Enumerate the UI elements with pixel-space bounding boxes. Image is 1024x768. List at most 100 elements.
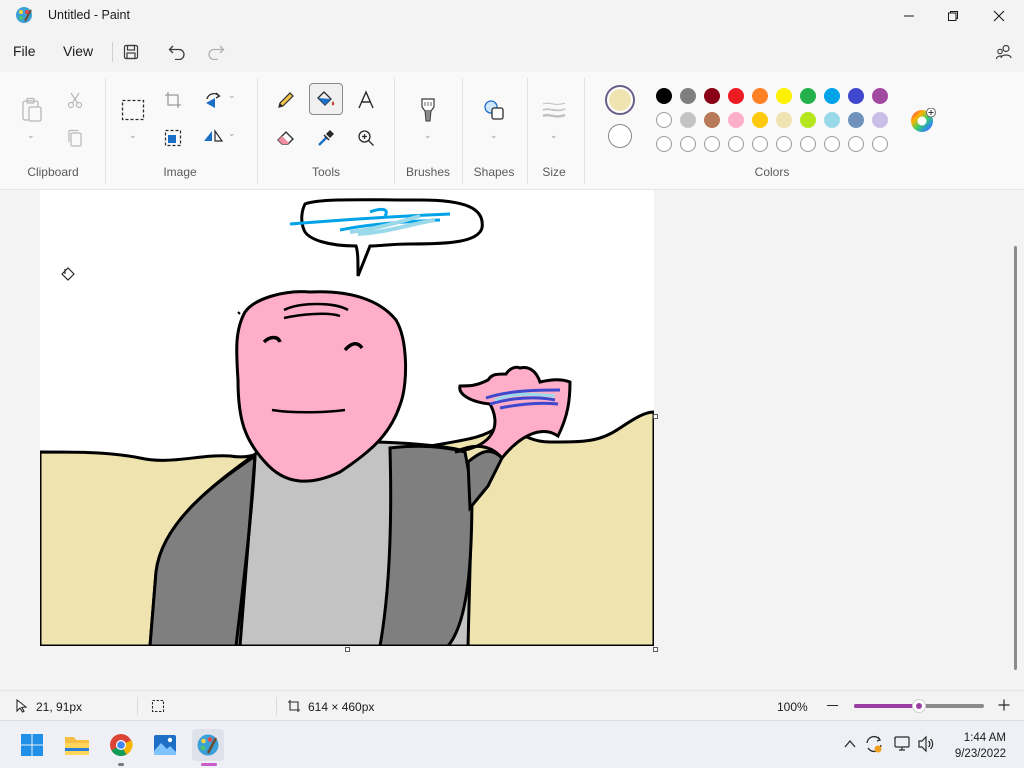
cut-button[interactable] xyxy=(58,84,92,116)
eraser-tool-button[interactable] xyxy=(269,122,303,154)
select-button[interactable] xyxy=(116,94,150,126)
palette-swatch[interactable] xyxy=(680,112,696,128)
flip-chevron-down-icon[interactable]: ⌄ xyxy=(228,128,236,139)
fill-cursor-icon xyxy=(61,267,75,281)
save-button[interactable] xyxy=(119,40,143,64)
custom-color-slot[interactable] xyxy=(800,136,816,152)
paste-chevron-down-icon[interactable]: ⌄ xyxy=(27,130,35,141)
color-picker-button[interactable] xyxy=(309,122,343,154)
palette-swatch[interactable] xyxy=(752,112,768,128)
menu-divider xyxy=(112,42,113,62)
vertical-scrollbar[interactable] xyxy=(1014,246,1017,670)
scissors-icon xyxy=(67,92,83,109)
paste-button[interactable] xyxy=(15,94,49,126)
custom-color-slot[interactable] xyxy=(704,136,720,152)
custom-color-slot[interactable] xyxy=(656,136,672,152)
resize-handle-bottom[interactable] xyxy=(345,647,350,652)
group-label-size: Size xyxy=(542,165,566,179)
redo-button[interactable] xyxy=(204,40,228,64)
palette-swatch[interactable] xyxy=(848,112,864,128)
shapes-chevron-down-icon[interactable]: ⌄ xyxy=(490,130,498,141)
secondary-color-swatch[interactable] xyxy=(608,124,632,148)
status-divider xyxy=(276,697,277,715)
flip-button[interactable] xyxy=(196,122,230,154)
fill-tool-button[interactable] xyxy=(309,83,343,115)
zoom-in-icon[interactable] xyxy=(998,699,1010,711)
palette-swatch[interactable] xyxy=(656,88,672,104)
zoom-slider-thumb[interactable] xyxy=(912,699,926,713)
chevron-up-icon[interactable] xyxy=(844,739,856,749)
palette-swatch[interactable] xyxy=(656,112,672,128)
brushes-chevron-down-icon[interactable]: ⌄ xyxy=(424,130,432,141)
size-button[interactable] xyxy=(537,94,571,126)
palette-swatch[interactable] xyxy=(728,112,744,128)
account-button[interactable] xyxy=(992,40,1016,64)
size-chevron-down-icon[interactable]: ⌄ xyxy=(550,130,558,141)
rotate-button[interactable] xyxy=(196,84,230,116)
close-button[interactable] xyxy=(976,0,1022,32)
palette-swatch[interactable] xyxy=(872,88,888,104)
custom-color-slot[interactable] xyxy=(776,136,792,152)
palette-swatch[interactable] xyxy=(824,112,840,128)
rotate-chevron-down-icon[interactable]: ⌄ xyxy=(228,90,236,101)
palette-swatch[interactable] xyxy=(752,88,768,104)
palette-swatch[interactable] xyxy=(776,88,792,104)
zoom-out-button[interactable] xyxy=(827,705,838,707)
brushes-button[interactable] xyxy=(411,94,445,126)
edit-colors-button[interactable] xyxy=(910,107,936,134)
text-tool-button[interactable] xyxy=(349,84,383,116)
photos-button[interactable] xyxy=(149,729,181,761)
zoom-slider[interactable] xyxy=(854,699,984,713)
palette-swatch[interactable] xyxy=(800,88,816,104)
custom-color-slot[interactable] xyxy=(728,136,744,152)
menu-view[interactable]: View xyxy=(63,43,93,59)
custom-color-slot[interactable] xyxy=(752,136,768,152)
custom-color-slot[interactable] xyxy=(824,136,840,152)
custom-color-slot[interactable] xyxy=(848,136,864,152)
pointer-icon xyxy=(16,699,28,713)
resize-handle-corner[interactable] xyxy=(653,647,658,652)
system-clock[interactable]: 1:44 AM 9/23/2022 xyxy=(940,730,1006,762)
minimize-button[interactable] xyxy=(886,0,932,32)
shapes-button[interactable] xyxy=(477,94,511,126)
magnifier-button[interactable] xyxy=(349,122,383,154)
zoom-level[interactable]: 100% xyxy=(777,700,808,714)
palette-swatch[interactable] xyxy=(680,88,696,104)
network-icon[interactable] xyxy=(893,735,911,753)
palette-swatch[interactable] xyxy=(824,88,840,104)
custom-color-slot[interactable] xyxy=(872,136,888,152)
resize-button[interactable] xyxy=(156,122,190,154)
start-button[interactable] xyxy=(16,729,48,761)
copy-button[interactable] xyxy=(58,122,92,154)
maximize-button[interactable] xyxy=(930,0,976,32)
file-explorer-button[interactable] xyxy=(61,729,93,761)
chrome-button[interactable] xyxy=(105,729,137,761)
shapes-icon xyxy=(484,100,504,120)
paint-taskbar-button[interactable] xyxy=(192,729,224,761)
sync-icon[interactable] xyxy=(864,734,884,754)
line-size-icon xyxy=(542,102,566,118)
group-label-shapes: Shapes xyxy=(473,165,515,179)
undo-button[interactable] xyxy=(165,40,189,64)
palette-swatch[interactable] xyxy=(872,112,888,128)
menu-file[interactable]: File xyxy=(13,43,36,59)
file-explorer-icon xyxy=(65,737,89,755)
chrome-running-indicator xyxy=(118,763,124,766)
select-chevron-down-icon[interactable]: ⌄ xyxy=(129,130,137,141)
palette-swatch[interactable] xyxy=(848,88,864,104)
custom-color-slot[interactable] xyxy=(680,136,696,152)
magnifier-icon xyxy=(358,130,374,146)
palette-swatch[interactable] xyxy=(704,112,720,128)
palette-swatch[interactable] xyxy=(776,112,792,128)
primary-color-swatch[interactable] xyxy=(605,85,635,115)
crop-button[interactable] xyxy=(156,84,190,116)
resize-handle-right[interactable] xyxy=(653,414,658,419)
palette-swatch[interactable] xyxy=(800,112,816,128)
palette-swatch[interactable] xyxy=(728,88,744,104)
status-divider xyxy=(137,697,138,715)
drawing-canvas[interactable] xyxy=(40,190,654,646)
volume-icon[interactable] xyxy=(917,735,935,753)
palette-swatch[interactable] xyxy=(704,88,720,104)
pencil-tool-button[interactable] xyxy=(269,84,303,116)
eraser-icon xyxy=(277,131,294,145)
